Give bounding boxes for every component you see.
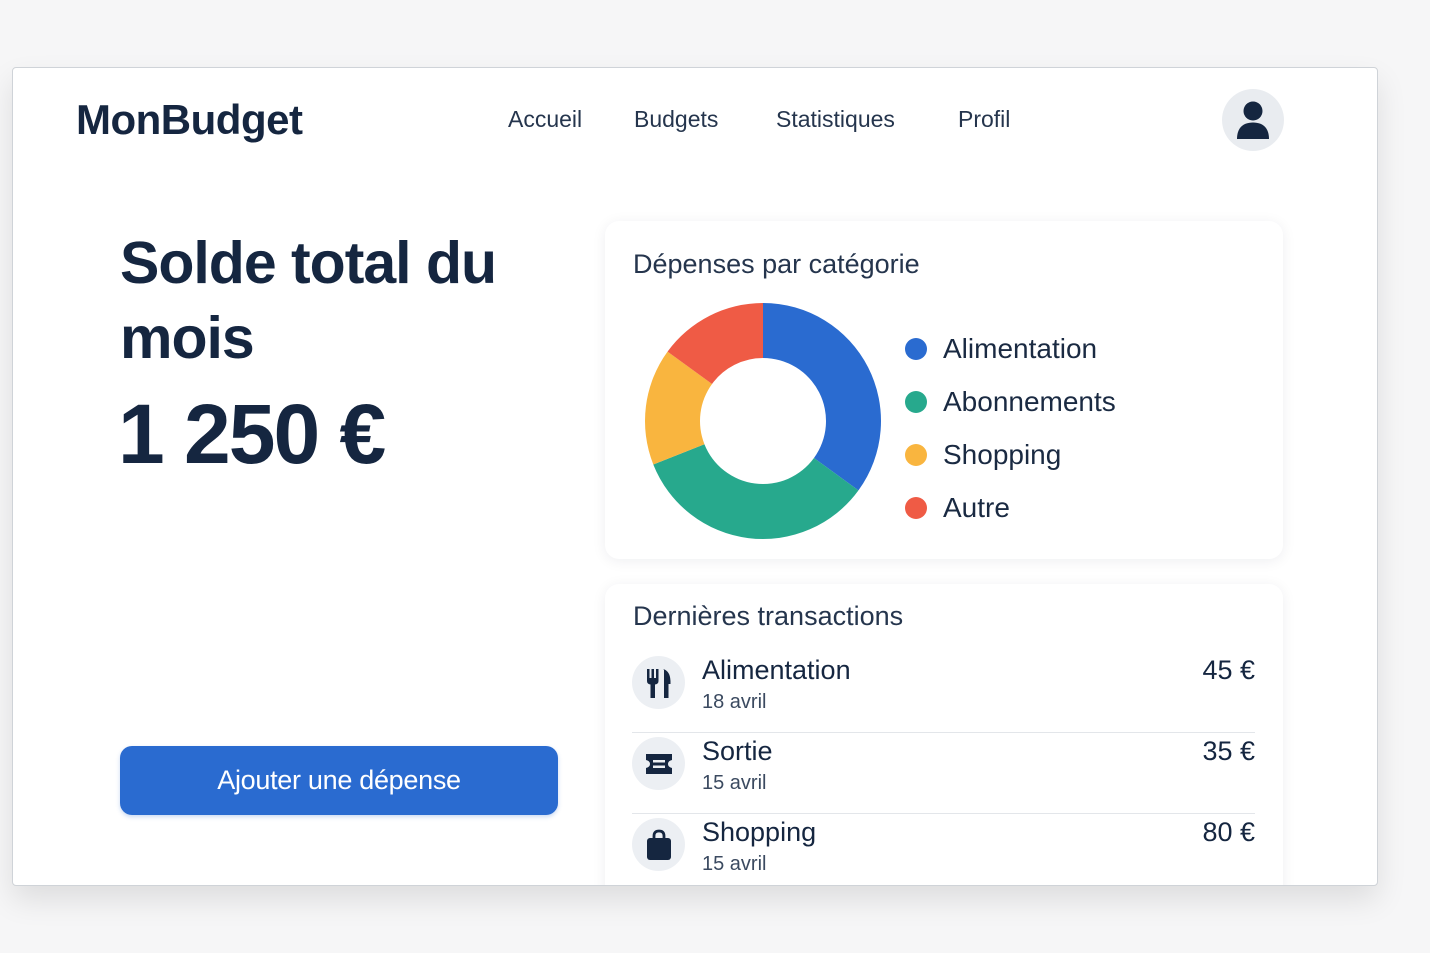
legend-dot xyxy=(905,443,927,466)
legend-label: Shopping xyxy=(943,438,1062,470)
nav-item-statistiques[interactable]: Statistiques xyxy=(776,106,895,133)
transaction-amount: 80 € xyxy=(1202,817,1255,847)
legend-item-abonnements[interactable]: Abonnements xyxy=(905,375,1116,428)
user-icon xyxy=(1237,101,1269,139)
transaction-date: 15 avril xyxy=(702,853,767,875)
transaction-row[interactable]: Alimentation 18 avril 45 € xyxy=(632,652,1255,733)
transaction-date: 18 avril xyxy=(702,691,767,713)
donut-slice-alimentation[interactable] xyxy=(763,303,881,491)
transaction-name: Shopping xyxy=(702,817,817,847)
transaction-row[interactable]: Shopping 15 avril 80 € xyxy=(632,814,1255,885)
nav-item-budgets[interactable]: Budgets xyxy=(634,106,718,133)
transactions-list: Alimentation 18 avril 45 € Sortie 15 avr… xyxy=(632,652,1255,885)
transaction-date: 15 avril xyxy=(702,772,767,794)
transaction-icon-wrapper xyxy=(632,737,685,790)
nav-item-accueil[interactable]: Accueil xyxy=(508,106,582,133)
expenses-card-title: Dépenses par catégorie xyxy=(633,249,920,279)
latest-transactions-card: Dernières transactions Alimentation 18 a… xyxy=(605,584,1283,885)
fork-knife-icon xyxy=(646,668,671,698)
nav-item-profil[interactable]: Profil xyxy=(958,106,1010,133)
legend-label: Alimentation xyxy=(943,332,1098,364)
legend-dot xyxy=(905,337,927,360)
balance-title: Solde total du mois xyxy=(120,230,497,371)
transaction-row[interactable]: Sortie 15 avril 35 € xyxy=(632,733,1255,814)
legend-dot xyxy=(905,496,927,519)
transaction-icon-wrapper xyxy=(632,656,685,709)
legend-item-shopping[interactable]: Shopping xyxy=(905,428,1116,481)
transaction-icon-wrapper xyxy=(632,818,685,871)
shopping-bag-icon xyxy=(646,829,671,860)
legend-item-autre[interactable]: Autre xyxy=(905,481,1116,534)
user-avatar-button[interactable] xyxy=(1222,89,1284,151)
app-window: MonBudget Accueil Budgets Statistiques P… xyxy=(12,67,1378,886)
donut-chart xyxy=(645,303,881,539)
transaction-amount: 45 € xyxy=(1202,655,1255,685)
legend-dot xyxy=(905,390,927,413)
add-expense-button[interactable]: Ajouter une dépense xyxy=(120,746,558,815)
balance-amount: 1 250 € xyxy=(118,387,386,481)
transaction-amount: 35 € xyxy=(1202,736,1255,766)
legend-item-alimentation[interactable]: Alimentation xyxy=(905,322,1116,375)
transaction-name: Alimentation xyxy=(702,655,851,685)
legend-label: Autre xyxy=(943,491,1010,523)
legend-label: Abonnements xyxy=(943,385,1116,417)
chart-legend: Alimentation Abonnements Shopping Autre xyxy=(905,322,1116,534)
app-logo[interactable]: MonBudget xyxy=(76,96,303,144)
transactions-card-title: Dernières transactions xyxy=(633,601,904,631)
ticket-icon xyxy=(645,753,672,774)
transaction-name: Sortie xyxy=(702,736,773,766)
expenses-by-category-card: Dépenses par catégorie Alimentation Abonn… xyxy=(605,221,1283,559)
